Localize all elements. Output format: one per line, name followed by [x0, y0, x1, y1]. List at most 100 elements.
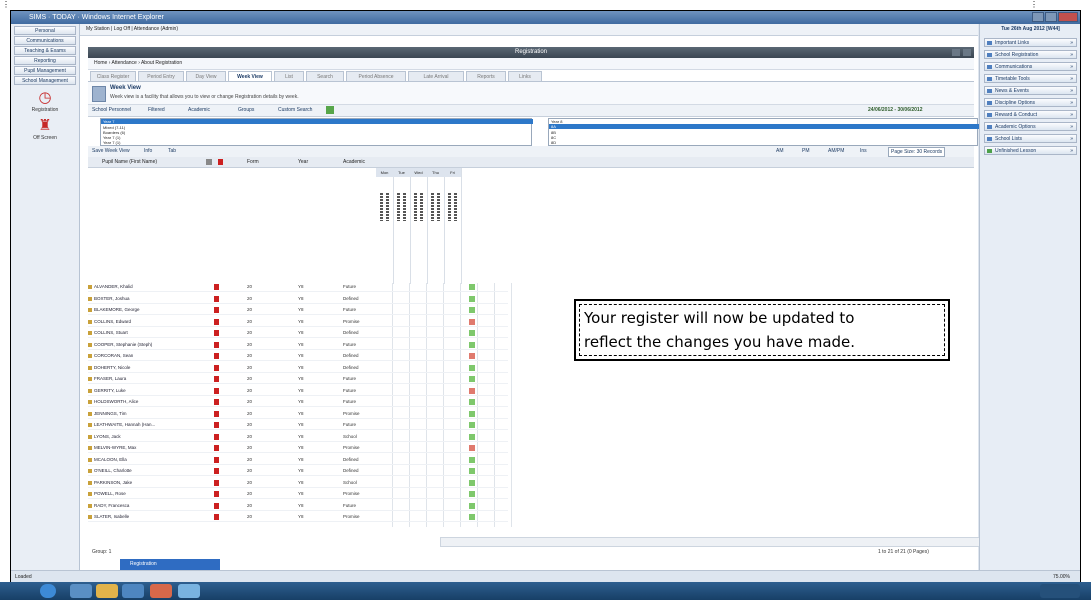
- attendance-mark[interactable]: [469, 387, 475, 394]
- date-range[interactable]: 24/06/2012 - 30/06/2012: [868, 105, 923, 116]
- am-button[interactable]: AM: [776, 146, 784, 157]
- right-item-important-links[interactable]: Important Links: [984, 38, 1077, 47]
- table-row[interactable]: SLATER, Isabelle 20 Y8 Promise: [88, 513, 508, 522]
- table-row[interactable]: BOXTER, Joshua 20 Y8 Defined: [88, 295, 508, 304]
- list-right-item[interactable]: 8D: [551, 140, 556, 145]
- info-button[interactable]: Info: [144, 146, 152, 157]
- right-item-reward-conduct[interactable]: Reward & Conduct: [984, 110, 1077, 119]
- attendance-mark[interactable]: [469, 468, 475, 474]
- attendance-mark[interactable]: [469, 456, 475, 463]
- table-row[interactable]: HOLDSWORTH, Alice 20 Y8 Future: [88, 398, 508, 407]
- attendance-mark[interactable]: [469, 284, 475, 290]
- attendance-mark[interactable]: [469, 318, 475, 325]
- pm-button[interactable]: PM: [802, 146, 810, 157]
- table-row[interactable]: ALVANDER, Khalid 20 Y8 Future: [88, 283, 508, 292]
- table-row[interactable]: GERRITY, Luke 20 Y8 Future: [88, 387, 508, 396]
- taskbar-media-icon[interactable]: [122, 584, 144, 598]
- table-row[interactable]: LEATHWAITE, Hannah (Han... 20 Y8 Future: [88, 421, 508, 430]
- table-row[interactable]: PARKINSON, Jake 20 Y8 School: [88, 479, 508, 488]
- attendance-mark[interactable]: [469, 514, 475, 520]
- taskbar-clock[interactable]: [1040, 584, 1080, 598]
- panel-close-button[interactable]: [963, 49, 971, 56]
- attendance-mark[interactable]: [469, 433, 475, 440]
- attendance-mark[interactable]: [469, 376, 475, 382]
- tab-period-entry[interactable]: Period Entry: [138, 71, 184, 81]
- table-row[interactable]: BLAKEMORE, George 20 Y8 Future: [88, 306, 508, 315]
- registration-app-label[interactable]: Registration: [13, 107, 77, 113]
- table-row[interactable]: DOHERTY, Nicole 20 Y8 Defined: [88, 364, 508, 373]
- taskbar-sims-icon[interactable]: [178, 584, 200, 598]
- attendance-mark[interactable]: [469, 307, 475, 313]
- attendance-mark[interactable]: [469, 445, 475, 451]
- tab-list[interactable]: List: [274, 71, 304, 81]
- tab-reports[interactable]: Reports: [466, 71, 506, 81]
- right-item-timetable-tools[interactable]: Timetable Tools: [984, 74, 1077, 83]
- right-item-unfinished[interactable]: Unfinished Lesson: [984, 146, 1077, 155]
- right-item-academic[interactable]: Academic Options: [984, 122, 1077, 131]
- col-pupil-name[interactable]: Pupil Name (First Name): [102, 157, 157, 167]
- list-left-item[interactable]: Year 7 (1): [103, 140, 120, 145]
- table-row[interactable]: COLLINS, Edward 20 Y8 Promise: [88, 318, 508, 327]
- right-item-school-registration[interactable]: School Registration: [984, 50, 1077, 59]
- right-item-news-events[interactable]: News & Events: [984, 86, 1077, 95]
- list-left-item-selected[interactable]: Year 7: [101, 119, 533, 124]
- off-screen-person-icon[interactable]: ♜: [33, 116, 57, 134]
- open-task-tab[interactable]: Registration: [120, 559, 220, 570]
- taskbar-app-icon[interactable]: [150, 584, 172, 598]
- registration-clock-icon[interactable]: ◷: [33, 88, 57, 106]
- tab-links[interactable]: Links: [508, 71, 542, 81]
- attendance-mark[interactable]: [469, 410, 475, 417]
- list-right-item-selected[interactable]: 8A: [549, 124, 979, 129]
- tab-late-arrival[interactable]: Late Arrival: [408, 71, 464, 81]
- custom-search-button[interactable]: Custom Search: [278, 105, 312, 116]
- nav-item-pupil-management[interactable]: Pupil Management: [14, 66, 76, 75]
- table-row[interactable]: RADY, Francesca 20 Y8 Future: [88, 502, 508, 511]
- panel-restore-button[interactable]: [952, 49, 960, 56]
- attendance-mark[interactable]: [469, 330, 475, 336]
- academic-button[interactable]: Academic: [188, 105, 210, 116]
- attendance-mark[interactable]: [469, 341, 475, 348]
- col-year[interactable]: Year: [298, 157, 308, 167]
- tab-class-register[interactable]: Class Register: [90, 71, 136, 81]
- breadcrumb-text[interactable]: Home › Attendance › About Registration: [94, 58, 182, 69]
- tab-day-view[interactable]: Day View: [186, 71, 226, 81]
- nav-item-communications[interactable]: Communications: [14, 36, 76, 45]
- add-icon[interactable]: [326, 106, 334, 114]
- taskbar-ie-icon[interactable]: [70, 584, 92, 598]
- attendance-mark[interactable]: [469, 353, 475, 359]
- table-row[interactable]: O'NEILL, Charlotte 20 Y8 Defined: [88, 467, 508, 476]
- table-row[interactable]: MELVIN-WYRE, Max 20 Y8 Promise: [88, 444, 508, 453]
- attendance-mark[interactable]: [469, 502, 475, 509]
- maximize-button[interactable]: [1045, 12, 1057, 22]
- attendance-mark[interactable]: [469, 295, 475, 302]
- tab-search[interactable]: Search: [306, 71, 344, 81]
- right-item-school-lists[interactable]: School Lists: [984, 134, 1077, 143]
- table-row[interactable]: JENNINGS, Tim 20 Y8 Promise: [88, 410, 508, 419]
- tab-week-view[interactable]: Week View: [228, 71, 272, 81]
- school-personnel-button[interactable]: School Personnel: [92, 105, 131, 116]
- table-row[interactable]: MCALOON, Ella 20 Y8 Defined: [88, 456, 508, 465]
- close-button[interactable]: [1058, 12, 1078, 22]
- taskbar-explorer-icon[interactable]: [96, 584, 118, 598]
- table-row[interactable]: COOPER, Stephanie (Steph) 20 Y8 Future: [88, 341, 508, 350]
- attendance-mark[interactable]: [469, 399, 475, 405]
- off-screen-app-label[interactable]: Off Screen: [13, 135, 77, 141]
- attendance-mark[interactable]: [469, 422, 475, 428]
- minimize-button[interactable]: [1032, 12, 1044, 22]
- col-form[interactable]: Form: [247, 157, 259, 167]
- group-list-left[interactable]: Year 7 Mixed (7-11) Boarders (6) Year 7 …: [100, 118, 533, 146]
- table-row[interactable]: LYONS, Jack 20 Y8 School: [88, 433, 508, 442]
- attendance-mark[interactable]: [469, 491, 475, 497]
- top-links[interactable]: My Station | Log Off | Attendance (Admin…: [86, 24, 178, 35]
- attendance-mark[interactable]: [469, 364, 475, 371]
- col-academic[interactable]: Academic: [343, 157, 365, 167]
- filtered-button[interactable]: Filtered: [148, 105, 165, 116]
- tab-button[interactable]: Tab: [168, 146, 176, 157]
- page-size-select[interactable]: Page Size: 30 Records: [888, 147, 946, 157]
- table-row[interactable]: CORCORAN, Sean 20 Y8 Defined: [88, 352, 508, 361]
- right-item-discipline[interactable]: Discipline Options: [984, 98, 1077, 107]
- nav-item-reporting[interactable]: Reporting: [14, 56, 76, 65]
- am-pm-button[interactable]: AM/PM: [828, 146, 844, 157]
- horizontal-scrollbar[interactable]: [440, 537, 1022, 547]
- nav-item-school-management[interactable]: School Management: [14, 76, 76, 85]
